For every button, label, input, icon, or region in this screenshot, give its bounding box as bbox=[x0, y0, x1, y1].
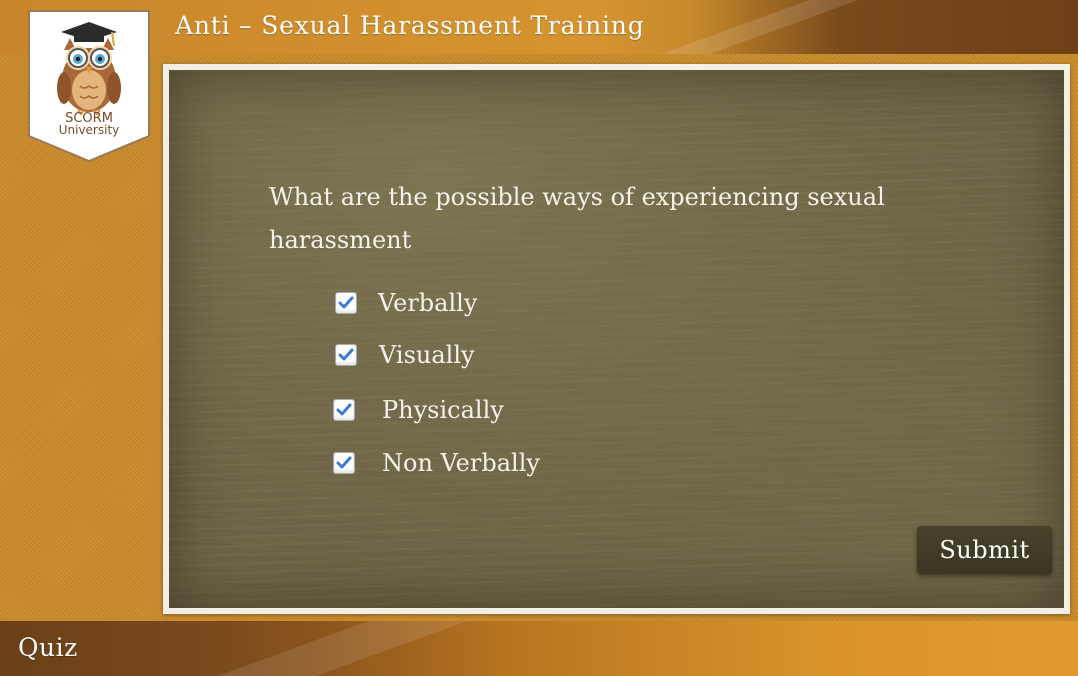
checkmark-icon bbox=[336, 403, 352, 416]
option-visually[interactable]: Visually bbox=[335, 341, 475, 369]
option-non-verbally[interactable]: Non Verbally bbox=[333, 449, 540, 477]
footer-bar: Quiz bbox=[0, 621, 1078, 676]
checkmark-icon bbox=[338, 348, 354, 361]
question-text: What are the possible ways of experienci… bbox=[269, 183, 885, 254]
checkbox-physically[interactable] bbox=[333, 399, 355, 421]
header-bar: Anti – Sexual Harassment Training bbox=[0, 0, 1078, 54]
course-title: Anti – Sexual Harassment Training bbox=[175, 11, 645, 40]
checkmark-icon bbox=[336, 456, 352, 469]
checkmark-icon bbox=[338, 296, 354, 309]
submit-button[interactable]: Submit bbox=[917, 526, 1052, 574]
option-physically[interactable]: Physically bbox=[333, 396, 504, 424]
scorm-university-logo: SCORM University bbox=[28, 10, 150, 163]
checkbox-verbally[interactable] bbox=[335, 292, 357, 314]
footer-decor bbox=[0, 621, 1078, 676]
section-label: Quiz bbox=[18, 633, 78, 662]
owl-graduate-icon: SCORM University bbox=[28, 10, 150, 163]
option-verbally[interactable]: Verbally bbox=[335, 289, 477, 317]
option-label-verbally: Verbally bbox=[378, 289, 478, 317]
option-label-physically: Physically bbox=[382, 396, 504, 424]
chalkboard-panel: What are the possible ways of experienci… bbox=[169, 70, 1064, 608]
quiz-frame: What are the possible ways of experienci… bbox=[163, 64, 1070, 614]
logo-text-line2: University bbox=[59, 123, 120, 137]
option-label-non-verbally: Non Verbally bbox=[382, 449, 540, 477]
option-label-visually: Visually bbox=[379, 341, 475, 369]
checkbox-visually[interactable] bbox=[335, 344, 357, 366]
checkbox-non-verbally[interactable] bbox=[333, 452, 355, 474]
